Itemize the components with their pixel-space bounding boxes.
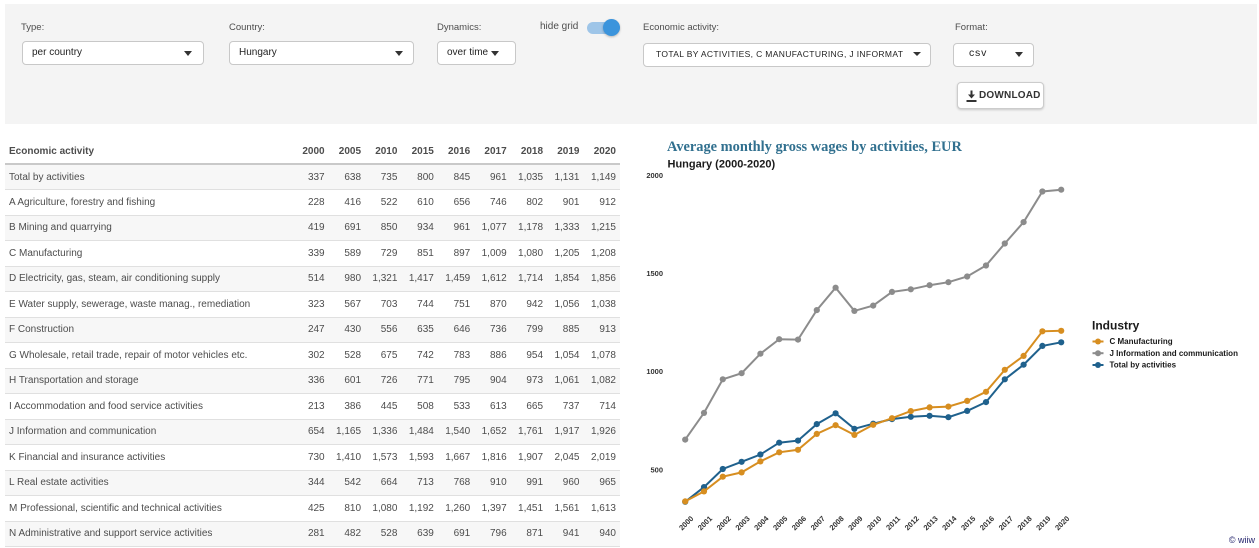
svg-text:2000: 2000: [677, 514, 695, 532]
svg-text:Average monthly gross wages by: Average monthly gross wages by activitie…: [667, 139, 962, 155]
svg-text:2014: 2014: [940, 513, 959, 532]
svg-text:2002: 2002: [715, 514, 733, 532]
svg-text:Total by activities: Total by activities: [1110, 361, 1177, 370]
svg-text:1000: 1000: [646, 367, 663, 376]
svg-text:© wiiw: © wiiw: [1229, 535, 1256, 545]
svg-text:C Manufacturing: C Manufacturing: [1110, 337, 1173, 346]
svg-text:2005: 2005: [771, 514, 789, 532]
svg-text:2020: 2020: [1053, 514, 1071, 532]
svg-text:2016: 2016: [978, 514, 996, 532]
svg-text:2019: 2019: [1034, 514, 1052, 532]
svg-text:2001: 2001: [696, 514, 714, 532]
svg-text:2004: 2004: [752, 513, 771, 532]
svg-text:2007: 2007: [809, 514, 827, 532]
svg-text:500: 500: [650, 465, 663, 474]
svg-text:2006: 2006: [790, 514, 808, 532]
svg-text:Hungary (2000-2020): Hungary (2000-2020): [668, 159, 776, 171]
svg-text:2017: 2017: [997, 514, 1015, 532]
svg-text:2009: 2009: [846, 514, 864, 532]
svg-text:2013: 2013: [922, 514, 940, 532]
svg-text:2015: 2015: [959, 514, 977, 532]
svg-text:2012: 2012: [903, 514, 921, 532]
svg-text:1500: 1500: [646, 269, 663, 278]
svg-text:J Information and communicatio: J Information and communication: [1110, 349, 1239, 358]
svg-text:2008: 2008: [828, 514, 846, 532]
svg-text:2018: 2018: [1016, 514, 1034, 532]
svg-text:Industry: Industry: [1092, 319, 1140, 333]
svg-text:2003: 2003: [734, 514, 752, 532]
svg-text:2011: 2011: [884, 514, 902, 532]
svg-text:2010: 2010: [865, 514, 883, 532]
svg-text:2000: 2000: [646, 171, 663, 180]
